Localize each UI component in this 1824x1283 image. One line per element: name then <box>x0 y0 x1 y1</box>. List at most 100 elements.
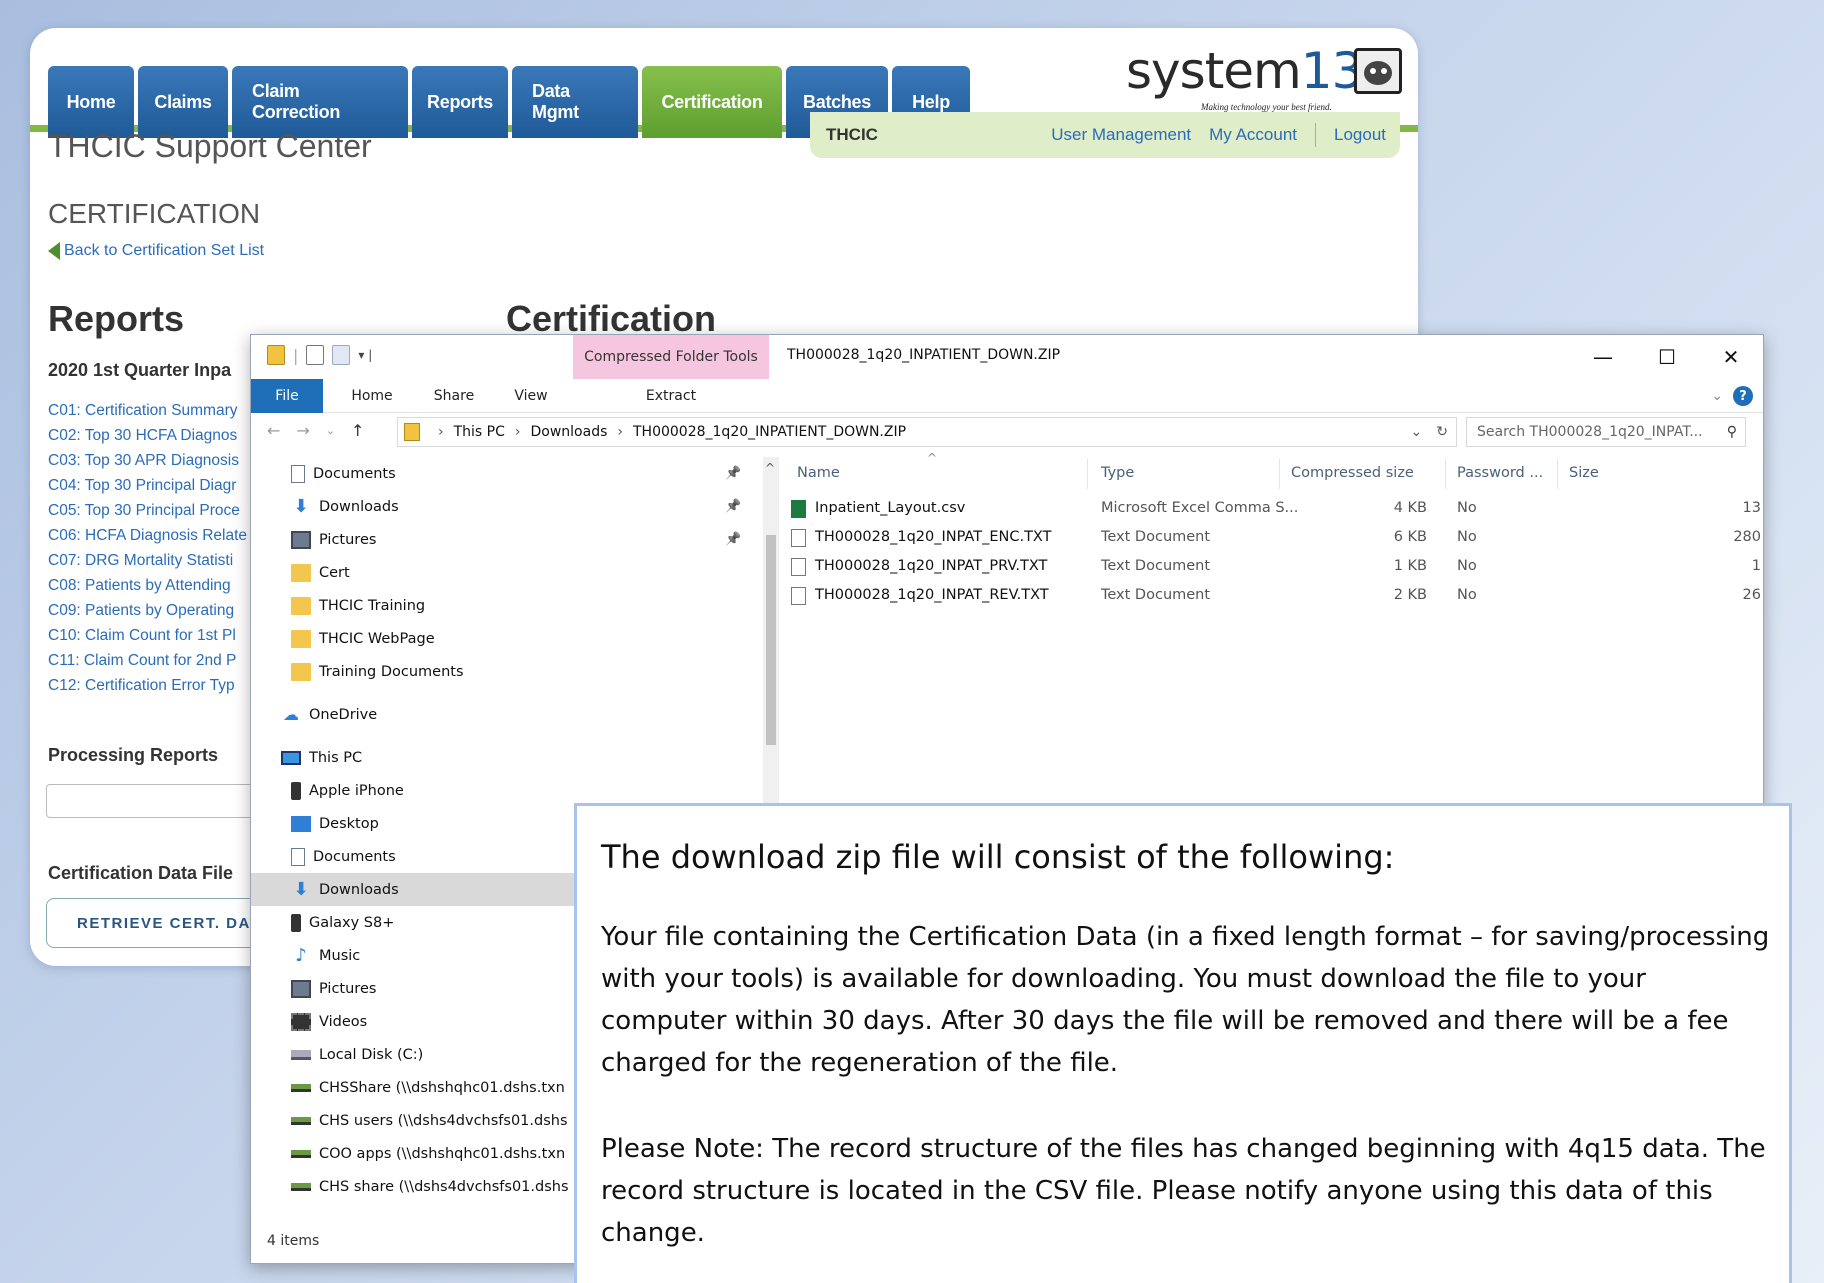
nav-item[interactable]: This PC <box>251 741 763 774</box>
file-list: Inpatient_Layout.csv Microsoft Excel Comm… <box>791 495 1763 611</box>
breadcrumb-this-pc[interactable]: This PC <box>454 424 505 440</box>
nav-item[interactable]: Cert <box>251 556 763 589</box>
file-row[interactable]: Inpatient_Layout.csv Microsoft Excel Comm… <box>791 495 1763 524</box>
this-pc-icon <box>281 750 301 765</box>
scroll-thumb[interactable] <box>766 535 776 745</box>
user-management-link[interactable]: User Management <box>1051 125 1191 145</box>
address-bar[interactable]: › This PC › Downloads › TH000028_1q20_IN… <box>397 417 1457 447</box>
callout-paragraph-note: Please Note: The record structure of the… <box>601 1134 1766 1248</box>
report-link[interactable]: C06: HCFA Diagnosis Relate <box>48 523 247 548</box>
maximize-icon[interactable]: ☐ <box>1635 335 1699 379</box>
pictures-icon <box>291 979 311 998</box>
report-link[interactable]: C03: Top 30 APR Diagnosis <box>48 448 247 473</box>
forward-icon[interactable]: → <box>296 421 309 440</box>
nav-tab-reports[interactable]: Reports <box>412 66 508 138</box>
report-link[interactable]: C02: Top 30 HCFA Diagnos <box>48 423 247 448</box>
file-size: 280 <box>1733 529 1761 545</box>
file-row[interactable]: TH000028_1q20_INPAT_PRV.TXT Text Document… <box>791 553 1763 582</box>
onedrive-icon: ☁ <box>283 705 299 724</box>
file-name: TH000028_1q20_INPAT_PRV.TXT <box>815 558 1048 574</box>
window-title: TH000028_1q20_INPATIENT_DOWN.ZIP <box>787 347 1061 363</box>
nav-item-label: CHS share (\\dshs4dvchsfs01.dshs <box>319 1178 569 1195</box>
file-row[interactable]: TH000028_1q20_INPAT_REV.TXT Text Document… <box>791 582 1763 611</box>
file-type: Microsoft Excel Comma S... <box>1101 500 1299 516</box>
text-file-icon <box>791 587 806 605</box>
disk-icon <box>291 1049 311 1060</box>
nav-item[interactable]: ⬇ Downloads 📌 <box>251 490 763 523</box>
tab-home[interactable]: Home <box>333 379 411 413</box>
network-drive-icon <box>291 1182 311 1191</box>
nav-item-label: Downloads <box>319 881 399 898</box>
report-link[interactable]: C07: DRG Mortality Statisti <box>48 548 247 573</box>
report-link[interactable]: C08: Patients by Attending <box>48 573 247 598</box>
logout-link[interactable]: Logout <box>1334 125 1386 145</box>
refresh-icon[interactable]: ↻ <box>1436 424 1448 440</box>
column-headers: ^ Name Type Compressed size Password ...… <box>791 451 1751 493</box>
zip-folder-icon <box>267 345 285 365</box>
nav-item[interactable]: Training Documents <box>251 655 763 688</box>
nav-item-label: Documents <box>313 848 396 865</box>
scroll-up-icon[interactable]: ^ <box>765 461 775 475</box>
folder-icon <box>291 629 311 648</box>
nav-tab-data-mgmt[interactable]: Data Mgmt <box>512 66 638 138</box>
site-title: THCIC Support Center <box>48 128 372 164</box>
desktop-icon <box>291 815 311 832</box>
report-link-list: C01: Certification Summary C02: Top 30 HC… <box>48 398 247 698</box>
properties-icon[interactable] <box>306 345 325 365</box>
file-password: No <box>1457 500 1477 516</box>
minimize-icon[interactable]: — <box>1571 335 1635 379</box>
report-link[interactable]: C10: Claim Count for 1st Pl <box>48 623 247 648</box>
breadcrumb-downloads[interactable]: Downloads <box>531 424 608 440</box>
report-link[interactable]: C04: Top 30 Principal Diagr <box>48 473 247 498</box>
report-link[interactable]: C01: Certification Summary <box>48 398 247 423</box>
tab-share[interactable]: Share <box>417 379 491 413</box>
back-to-cert-set-link[interactable]: Back to Certification Set List <box>48 242 264 260</box>
column-password[interactable]: Password ... <box>1457 465 1543 481</box>
tab-file[interactable]: File <box>251 379 323 413</box>
pin-icon[interactable]: 📌 <box>725 499 741 514</box>
nav-item[interactable]: Pictures 📌 <box>251 523 763 556</box>
file-compressed: 6 KB <box>1393 529 1427 545</box>
recent-locations-icon[interactable]: ⌄ <box>326 424 335 440</box>
nav-item-label: Videos <box>319 1013 368 1030</box>
breadcrumb-zip[interactable]: TH000028_1q20_INPATIENT_DOWN.ZIP <box>633 424 906 440</box>
nav-item-label: Downloads <box>319 498 399 515</box>
nav-item[interactable]: Documents 📌 <box>251 457 763 490</box>
download-icon: ⬇ <box>293 496 309 517</box>
nav-item[interactable]: ☁ OneDrive <box>251 698 763 731</box>
report-link[interactable]: C05: Top 30 Principal Proce <box>48 498 247 523</box>
column-name[interactable]: Name <box>797 465 840 481</box>
nav-item[interactable]: THCIC Training <box>251 589 763 622</box>
expand-ribbon-icon[interactable]: ⌄ <box>1711 388 1723 404</box>
address-dropdown-icon[interactable]: ⌄ <box>1411 424 1423 440</box>
pin-icon[interactable]: 📌 <box>725 532 741 547</box>
org-name: THCIC <box>826 125 878 144</box>
back-icon[interactable]: ← <box>267 421 280 440</box>
tab-extract[interactable]: Extract <box>573 379 769 413</box>
phone-icon <box>291 781 301 800</box>
nav-tab-certification[interactable]: Certification <box>642 66 782 138</box>
tab-view[interactable]: View <box>497 379 565 413</box>
report-link[interactable]: C11: Claim Count for 2nd P <box>48 648 247 673</box>
pin-icon[interactable]: 📌 <box>725 466 741 481</box>
column-compressed-size[interactable]: Compressed size <box>1291 465 1414 481</box>
nav-item[interactable]: THCIC WebPage <box>251 622 763 655</box>
file-row[interactable]: TH000028_1q20_INPAT_ENC.TXT Text Document… <box>791 524 1763 553</box>
search-input[interactable]: Search TH000028_1q20_INPAT... ⚲ <box>1466 417 1746 447</box>
videos-icon <box>291 1012 311 1031</box>
qat-dropdown-icon[interactable]: ▾ | <box>358 348 372 362</box>
close-icon[interactable]: ✕ <box>1699 335 1763 379</box>
column-size[interactable]: Size <box>1569 465 1599 481</box>
my-account-link[interactable]: My Account <box>1209 125 1297 145</box>
file-type: Text Document <box>1101 529 1211 545</box>
new-folder-icon[interactable] <box>332 345 351 365</box>
report-link[interactable]: C12: Certification Error Typ <box>48 673 247 698</box>
quick-access-toolbar: | ▾ | <box>267 345 372 365</box>
search-icon: ⚲ <box>1726 424 1737 440</box>
column-type[interactable]: Type <box>1101 465 1134 481</box>
report-link[interactable]: C09: Patients by Operating <box>48 598 247 623</box>
up-icon[interactable]: ↑ <box>351 421 364 440</box>
help-icon[interactable]: ? <box>1733 386 1753 406</box>
compressed-folder-tools-tab[interactable]: Compressed Folder Tools <box>573 335 769 379</box>
title-bar: | ▾ | Compressed Folder Tools TH000028_1… <box>251 335 1763 379</box>
